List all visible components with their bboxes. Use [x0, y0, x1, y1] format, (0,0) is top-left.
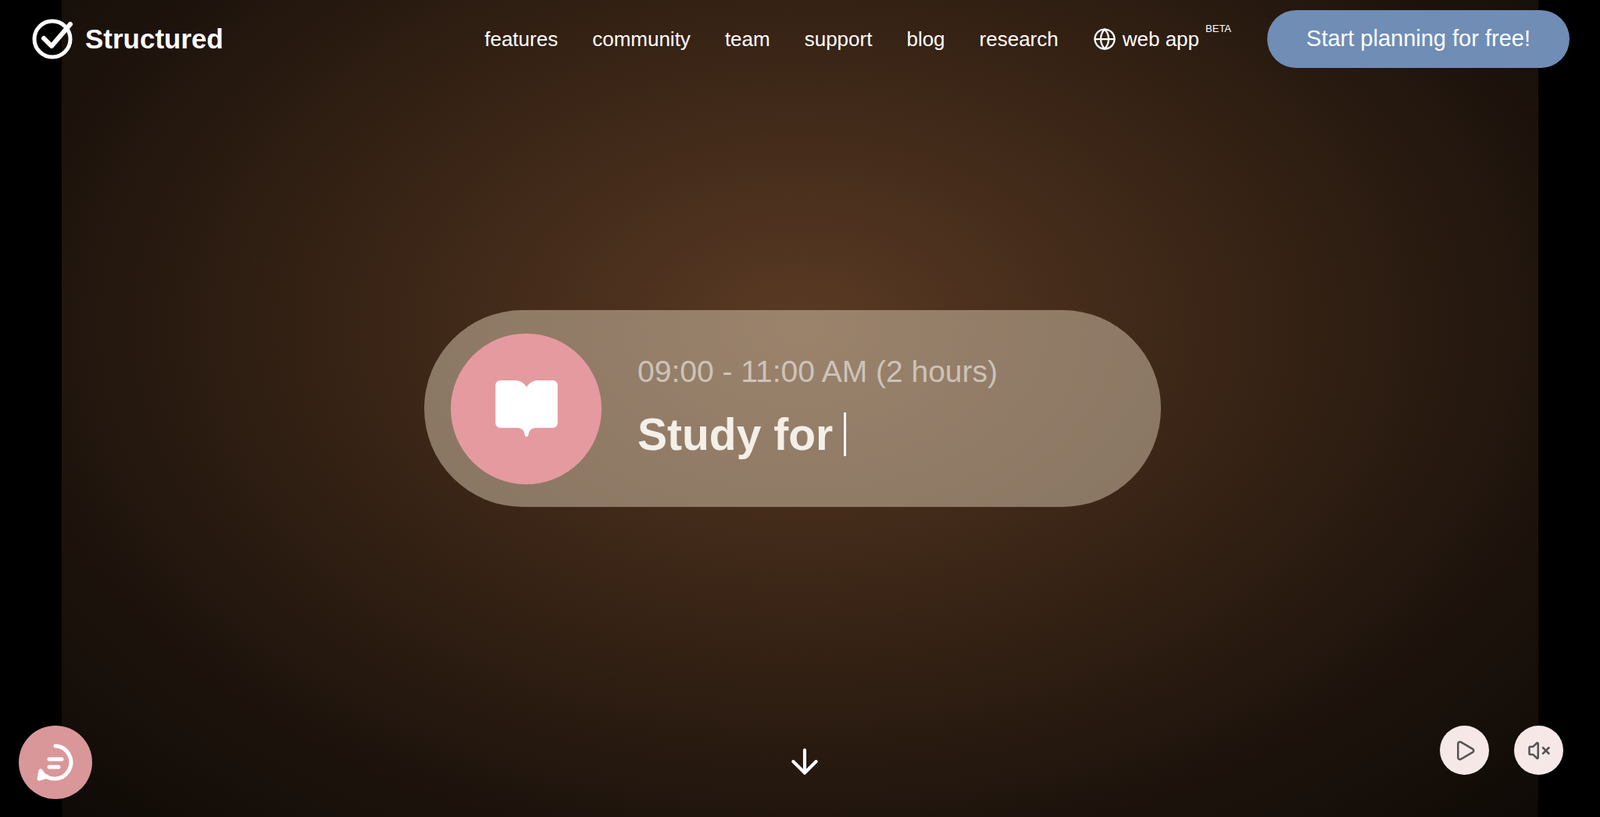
nav-link[interactable]: features: [484, 24, 558, 55]
chat-icon: [35, 742, 76, 783]
nav-link[interactable]: community: [592, 24, 691, 55]
landing-page: Structured features community team support bl…: [0, 0, 1600, 817]
book-icon: [491, 373, 562, 444]
scroll-down-button[interactable]: [785, 742, 825, 782]
muted-speaker-icon: [1527, 739, 1551, 763]
task-icon-circle: [450, 333, 602, 485]
text-cursor: [843, 412, 847, 457]
brand-name: Structured: [85, 18, 224, 61]
task-card: 09:00 - 11:00 AM (2 hours) Study for: [424, 310, 1161, 508]
web-app-link[interactable]: web appBETA: [1092, 24, 1232, 55]
arrow-down-icon: [785, 742, 825, 782]
beta-badge: BETA: [1205, 21, 1232, 37]
nav-link[interactable]: team: [725, 24, 771, 55]
play-button[interactable]: [1439, 725, 1490, 775]
nav-link[interactable]: blog: [906, 24, 945, 55]
nav-links: features community team support blog research…: [484, 24, 1232, 55]
nav-link[interactable]: research: [979, 24, 1059, 55]
task-title[interactable]: Study for: [637, 401, 998, 469]
mute-button[interactable]: [1514, 725, 1564, 775]
globe-icon: [1092, 27, 1117, 51]
check-circle-logo-icon: [30, 17, 75, 61]
cta-button[interactable]: Start planning for free!: [1267, 10, 1570, 68]
top-nav: Structured features community team support bl…: [0, 0, 1600, 68]
chat-button[interactable]: [18, 725, 93, 800]
logo[interactable]: Structured: [30, 17, 224, 61]
nav-link[interactable]: support: [804, 24, 873, 55]
task-time: 09:00 - 11:00 AM (2 hours): [637, 349, 998, 396]
play-icon: [1453, 739, 1477, 763]
